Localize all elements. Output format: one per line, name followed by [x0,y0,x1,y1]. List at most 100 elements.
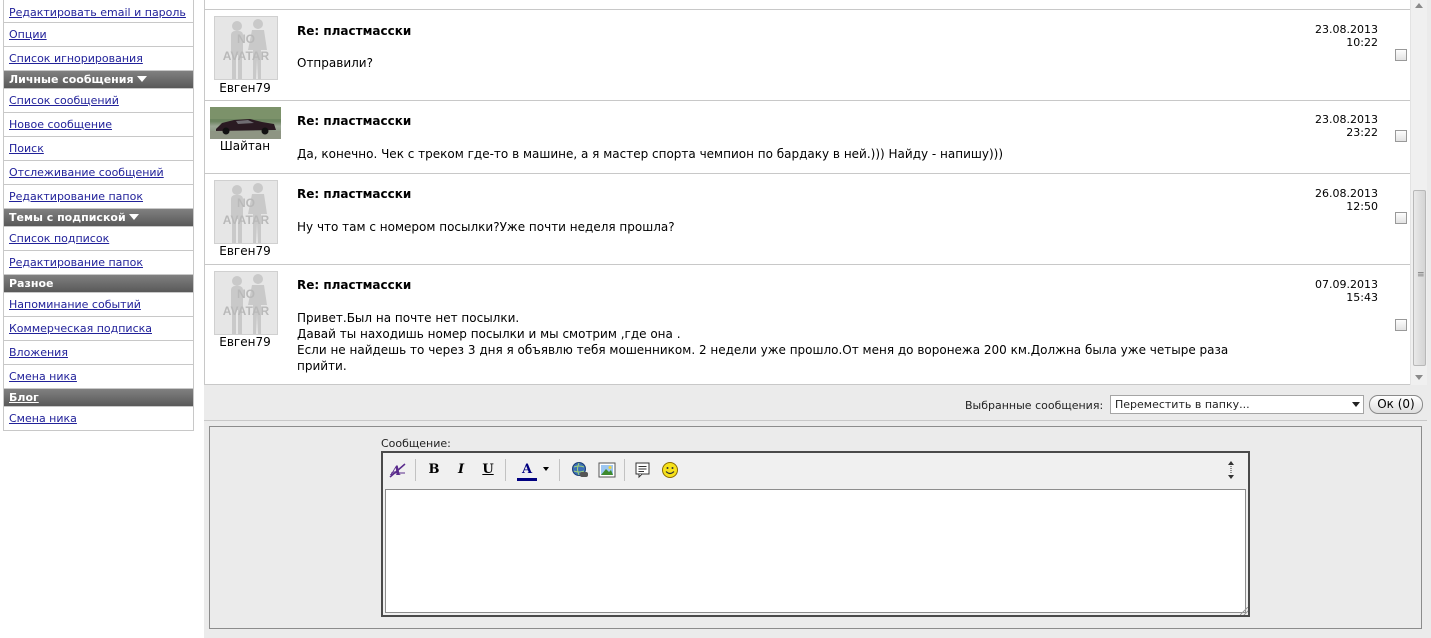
font-color-button[interactable]: A [515,461,539,481]
move-to-folder-select[interactable]: Переместить в папку... [1110,395,1364,414]
collapse-arrow-icon [136,76,147,82]
message-date-time: 12:50 [1346,200,1378,213]
sidebar-item-options[interactable]: Опции [4,23,193,47]
message-body: Привет.Был на почте нет посылки. Давай т… [297,310,1317,374]
avatar-text: AVATAR [222,49,270,63]
message-date: 26.08.2013 12:50 [1315,187,1378,213]
font-color-label: A [521,462,533,477]
message-body: Да, конечно. Чек с треком где-то в машин… [297,146,1317,162]
sidebar-item-change-nick[interactable]: Смена ника [4,365,193,389]
toggle-editor-size-icon[interactable] [1225,459,1237,479]
message-item: Шайтан Re: пластмасски Да, конечно. Чек … [205,100,1410,174]
sidebar-header-blog[interactable]: Блог [4,389,193,407]
avatar-text: NO [237,32,255,46]
sidebar-item-edit-folders[interactable]: Редактирование папок [4,185,193,209]
sidebar-item-ignore-list[interactable]: Список игнорирования [4,47,193,71]
insert-image-icon[interactable] [598,461,616,479]
scroll-down-arrow-icon[interactable] [1415,375,1423,380]
message-author: Шайтан [219,139,271,153]
sidebar-header-label: Темы с подпиской [9,211,126,224]
collapse-arrow-icon [128,214,139,220]
message-date-day: 26.08.2013 [1315,187,1378,200]
sidebar-item-change-nick[interactable]: Смена ника [4,407,193,431]
sidebar-item-event-reminders[interactable]: Напоминание событий [4,293,193,317]
message-line: Давай ты находишь номер посылки и мы смо… [297,327,681,341]
message-line: Ну что там с номером посылки?Уже почти н… [297,220,675,234]
sidebar-item-edit-folders[interactable]: Редактирование папок [4,251,193,275]
sidebar-item-new-message[interactable]: Новое сообщение [4,113,193,137]
message-select-checkbox[interactable] [1395,319,1407,331]
sidebar-item-attachments[interactable]: Вложения [4,341,193,365]
remove-format-icon[interactable]: A [389,461,407,479]
sidebar-item-message-list[interactable]: Список сообщений [4,89,193,113]
message-line: Отправили? [297,56,373,70]
message-subject: Re: пластмасски [297,278,412,292]
message-body: Ну что там с номером посылки?Уже почти н… [297,219,1317,235]
message-line: Привет.Был на почте нет посылки. [297,311,520,325]
message-date: 23.08.2013 10:22 [1315,23,1378,49]
message-label: Сообщение: [381,437,451,450]
message-date-day: 23.08.2013 [1315,113,1378,126]
smiley-icon[interactable] [661,461,679,479]
chevron-down-icon [1352,402,1360,407]
selected-messages-bar: Выбранные сообщения: Переместить в папку… [204,385,1427,421]
main-content: NO AVATAR Евген79 Re: пластмасски Отправ… [204,0,1431,638]
resize-handle-icon[interactable] [1240,607,1248,615]
sidebar-item-edit-email-password[interactable]: Редактировать email и пароль [4,0,193,23]
toolbar-separator [624,459,625,481]
message-textarea[interactable] [385,489,1246,613]
toolbar-separator [415,459,416,481]
sidebar-header-label: Личные сообщения [9,73,134,86]
message-date: 07.09.2013 15:43 [1315,278,1378,304]
chevron-down-icon [543,467,549,471]
message-line: Да, конечно. Чек с треком где-то в машин… [297,147,1004,161]
message-list: NO AVATAR Евген79 Re: пластмасски Отправ… [204,0,1410,385]
scroll-up-arrow-icon[interactable] [1415,3,1423,8]
font-color-dropdown[interactable] [541,461,551,479]
message-author: Евген79 [219,81,271,95]
avatar-text: NO [237,196,255,210]
selected-messages-label: Выбранные сообщения: [965,399,1104,412]
message-subject: Re: пластмасски [297,24,412,38]
message-select-checkbox[interactable] [1395,49,1407,61]
message-select-checkbox[interactable] [1395,212,1407,224]
message-line: прийти. [297,359,347,373]
toolbar-separator [505,459,506,481]
user-avatar-image [210,107,281,139]
avatar-text: AVATAR [222,213,270,227]
italic-button[interactable]: I [452,461,470,479]
insert-link-icon[interactable] [571,461,589,479]
quote-icon[interactable] [634,461,652,479]
message-date-day: 07.09.2013 [1315,278,1378,291]
scrollbar-thumb[interactable]: ≡ [1413,190,1426,366]
message-date-time: 15:43 [1346,291,1378,304]
sidebar-header-private-messages[interactable]: Личные сообщения [4,71,193,89]
avatar-text: AVATAR [222,304,270,318]
message-editor: A B I U A [381,451,1250,617]
message-select-checkbox[interactable] [1395,130,1407,142]
message-date-time: 23:22 [1346,126,1378,139]
message-item: NO AVATAR Евген79 Re: пластмасски Отправ… [205,9,1410,101]
bold-button[interactable]: B [425,461,443,479]
sidebar-item-paid-subscription[interactable]: Коммерческая подписка [4,317,193,341]
no-avatar-image: NO AVATAR [214,180,278,244]
message-date: 23.08.2013 23:22 [1315,113,1378,139]
message-subject: Re: пластмасски [297,114,412,128]
no-avatar-image: NO AVATAR [214,271,278,335]
sidebar: Редактировать email и пароль Опции Списо… [3,0,194,431]
ok-button[interactable]: Ок (0) [1369,395,1423,414]
sidebar-header-subscribed-threads[interactable]: Темы с подпиской [4,209,193,227]
no-avatar-image: NO AVATAR [214,16,278,80]
message-list-scrollbar[interactable]: ≡ [1410,0,1427,385]
underline-button[interactable]: U [479,461,497,479]
message-subject: Re: пластмасски [297,187,412,201]
avatar-text: NO [237,287,255,301]
scrollbar-grip-icon: ≡ [1417,270,1425,280]
message-date-time: 10:22 [1346,36,1378,49]
sidebar-item-message-tracking[interactable]: Отслеживание сообщений [4,161,193,185]
message-author: Евген79 [219,244,271,258]
message-author: Евген79 [219,335,271,349]
sidebar-item-search[interactable]: Поиск [4,137,193,161]
sidebar-header-misc: Разное [4,275,193,293]
sidebar-item-subscription-list[interactable]: Список подписок [4,227,193,251]
